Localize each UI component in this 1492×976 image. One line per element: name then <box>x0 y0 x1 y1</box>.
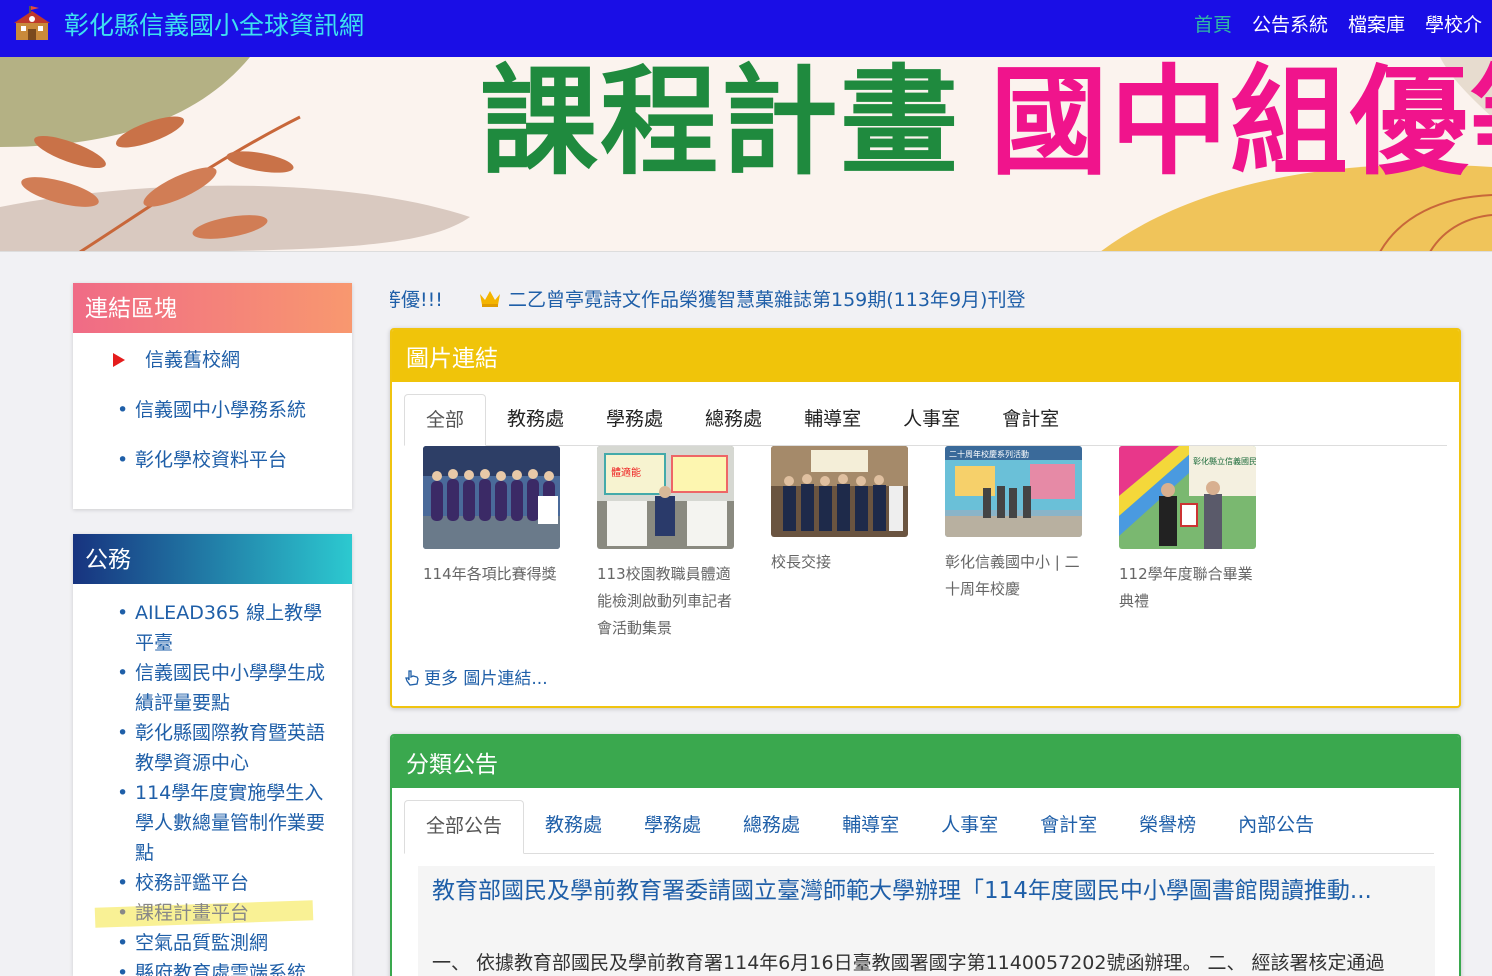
links-panel-title: 連結區塊 <box>73 283 352 333</box>
link-affairs-system[interactable]: • 信義國中小學務系統 <box>73 385 352 435</box>
announcement-title-link[interactable]: 教育部國民及學前教育署委請國立臺灣師範大學辦理「114年度國民中小學圖書館閱讀推… <box>432 872 1422 910</box>
gallery-item[interactable]: 二十周年校慶系列活動 彰化信義國中小 | 二十周年校慶 <box>945 446 1083 603</box>
announcement-excerpt: 一、 依據教育部國民及學前教育署114年6月16日臺教國署國字第11400572… <box>432 952 1385 974</box>
link-air-quality[interactable]: • 空氣品質監測網 <box>73 928 340 958</box>
photo-thumbnail[interactable] <box>771 446 908 537</box>
link-enrollment-control[interactable]: • 114學年度實施學生入學人數總量管制作業要點 <box>73 778 340 868</box>
link-school-evaluation[interactable]: • 校務評鑑平台 <box>73 868 340 898</box>
affairs-panel-title: 公務 <box>73 534 352 584</box>
gallery-caption[interactable]: 114年各項比賽得獎 <box>423 561 561 588</box>
nav-files[interactable]: 檔案庫 <box>1348 10 1405 37</box>
bullet-icon: • <box>117 662 129 684</box>
bullet-icon: • <box>117 602 129 624</box>
bullet-icon: • <box>117 449 129 471</box>
photo-thumbnail[interactable]: 二十周年校慶系列活動 <box>945 446 1082 537</box>
photo-thumbnail[interactable]: 彰化縣立信義國民中 <box>1119 446 1256 549</box>
top-navbar: 彰化縣信義國小全球資訊網 首頁 公告系統 檔案庫 學校介 <box>0 0 1492 57</box>
main-nav: 首頁 公告系統 檔案庫 學校介 <box>1194 10 1492 37</box>
site-title[interactable]: 彰化縣信義國小全球資訊網 <box>64 6 364 42</box>
gallery-item[interactable]: 彰化縣立信義國民中 112學年度聯合畢業典禮 <box>1119 446 1257 615</box>
tab-counseling[interactable]: 輔導室 <box>783 394 882 445</box>
gallery-caption[interactable]: 113校園教職員體適能檢測啟動列車記者會活動集景 <box>597 561 735 642</box>
photo-gallery: 114年各項比賽得獎 體適能 113校園教職員體適能檢測啟動列車記者會活動集景 <box>423 446 1443 646</box>
gallery-item[interactable]: 體適能 113校園教職員體適能檢測啟動列車記者會活動集景 <box>597 446 735 642</box>
announcements-title: 分類公告 <box>392 736 1459 788</box>
photo-links-tabs: 全部 教務處 學務處 總務處 輔導室 人事室 會計室 <box>404 394 1447 446</box>
nav-home[interactable]: 首頁 <box>1194 10 1232 37</box>
links-panel: 連結區塊 信義舊校網 • 信義國中小學務系統 • 彰化學校資料平台 <box>73 283 352 509</box>
nav-school-intro[interactable]: 學校介 <box>1425 10 1482 37</box>
bullet-icon: • <box>117 782 129 804</box>
bullet-icon: • <box>117 722 129 744</box>
gallery-item[interactable]: 校長交接 <box>771 446 909 576</box>
announcement-item: 教育部國民及學前教育署委請國立臺灣師範大學辦理「114年度國民中小學圖書館閱讀推… <box>418 866 1435 976</box>
tab-internal[interactable]: 內部公告 <box>1217 800 1335 853</box>
link-intl-education[interactable]: • 彰化縣國際教育暨英語教學資源中心 <box>73 718 340 778</box>
red-arrow-icon <box>113 353 125 367</box>
hero-banner: 課程計畫國中組優等 <box>0 57 1492 252</box>
news-marquee[interactable]: 等優!!! 二乙曾亭霓詩文作品榮獲智慧菓雜誌第159期(113年9月)刊登 <box>390 285 1460 313</box>
tab-personnel[interactable]: 人事室 <box>920 800 1019 853</box>
photo-thumbnail[interactable]: 體適能 <box>597 446 734 549</box>
gallery-item[interactable]: 114年各項比賽得獎 <box>423 446 561 588</box>
tab-academic[interactable]: 教務處 <box>524 800 623 853</box>
tab-student-affairs[interactable]: 學務處 <box>623 800 722 853</box>
bullet-icon: • <box>117 932 129 954</box>
announcements-card: 分類公告 全部公告 教務處 學務處 總務處 輔導室 人事室 會計室 榮譽榜 內部… <box>390 734 1461 976</box>
link-county-cloud[interactable]: • 縣府教育處雲端系統 <box>73 958 340 976</box>
link-grading-rules[interactable]: • 信義國民中小學學生成績評量要點 <box>73 658 340 718</box>
marquee-current-item[interactable]: 二乙曾亭霓詩文作品榮獲智慧菓雜誌第159期(113年9月)刊登 <box>508 285 1025 312</box>
tab-all[interactable]: 全部 <box>404 394 487 446</box>
nav-announcements[interactable]: 公告系統 <box>1252 10 1328 37</box>
bullet-icon: • <box>117 962 129 976</box>
pointing-hand-icon <box>405 670 419 686</box>
link-curriculum-platform[interactable]: • 課程計畫平台 <box>73 898 340 928</box>
bullet-icon: • <box>117 872 129 894</box>
gallery-caption[interactable]: 彰化信義國中小 | 二十周年校慶 <box>945 549 1083 603</box>
photo-thumbnail[interactable] <box>423 446 560 549</box>
tab-student-affairs[interactable]: 學務處 <box>585 394 684 445</box>
tab-honor-roll[interactable]: 榮譽榜 <box>1118 800 1217 853</box>
thumb-banner-text: 彰化縣立信義國民中 <box>1193 456 1256 466</box>
marquee-prev-item[interactable]: 等優!!! <box>390 285 443 312</box>
tab-accounting[interactable]: 會計室 <box>981 394 1080 445</box>
banner-headline: 課程計畫國中組優等 <box>480 57 1492 191</box>
tab-all-announcements[interactable]: 全部公告 <box>404 800 525 854</box>
tab-general-affairs[interactable]: 總務處 <box>684 394 783 445</box>
tab-accounting[interactable]: 會計室 <box>1019 800 1118 853</box>
school-building-icon[interactable] <box>13 6 51 42</box>
tab-personnel[interactable]: 人事室 <box>882 394 981 445</box>
thumb-banner-text: 二十周年校慶系列活動 <box>949 449 1029 459</box>
photo-links-title: 圖片連結 <box>392 330 1459 382</box>
announcement-tabs: 全部公告 教務處 學務處 總務處 輔導室 人事室 會計室 榮譽榜 內部公告 <box>404 800 1434 854</box>
gallery-caption[interactable]: 校長交接 <box>771 549 909 576</box>
crown-icon <box>480 291 500 307</box>
tab-counseling[interactable]: 輔導室 <box>821 800 920 853</box>
bullet-icon: • <box>117 399 129 421</box>
thumb-banner-text: 體適能 <box>611 466 641 479</box>
photo-links-card: 圖片連結 全部 教務處 學務處 總務處 輔導室 人事室 會計室 114年各項比賽… <box>390 328 1461 708</box>
link-old-site[interactable]: 信義舊校網 <box>73 335 352 385</box>
more-photo-links[interactable]: 更多 圖片連結... <box>404 664 548 689</box>
tab-academic[interactable]: 教務處 <box>486 394 585 445</box>
affairs-panel: 公務 • AILEAD365 線上教學平臺 • 信義國民中小學學生成績評量要點 • 彰… <box>73 534 352 976</box>
link-school-data-platform[interactable]: • 彰化學校資料平台 <box>73 435 352 485</box>
link-ailead365[interactable]: • AILEAD365 線上教學平臺 <box>73 598 340 658</box>
tab-general-affairs[interactable]: 總務處 <box>722 800 821 853</box>
gallery-caption[interactable]: 112學年度聯合畢業典禮 <box>1119 561 1257 615</box>
bullet-icon: • <box>117 902 129 924</box>
